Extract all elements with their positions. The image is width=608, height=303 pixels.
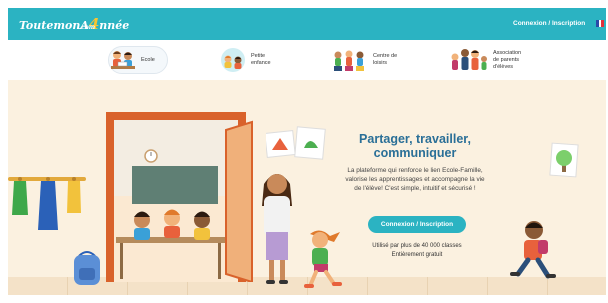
category-association-parents[interactable]: Association de parents d'élèves bbox=[448, 42, 558, 78]
category-label-centre-de-loisirs: Centre de loisirs bbox=[373, 53, 398, 66]
hero-description: La plateforme qui renforce le lien Ecole… bbox=[345, 167, 485, 192]
hero-section: Partager, travailler, communiquer La pla… bbox=[8, 80, 606, 295]
classroom-door-illustration bbox=[106, 112, 254, 282]
backpack-illustration bbox=[70, 248, 104, 286]
flag-fr-icon[interactable] bbox=[596, 20, 605, 27]
hero-title: Partager, travailler, communiquer bbox=[359, 132, 471, 160]
category-navigation: Ecole Petite enfance Centre de loisirs A… bbox=[8, 40, 606, 80]
running-girl-illustration bbox=[300, 228, 352, 292]
usage-stat-text: Utilisé par plus de 40 000 classes bbox=[372, 243, 462, 249]
category-label-ecole: Ecole bbox=[141, 56, 155, 63]
running-boy-illustration bbox=[508, 218, 560, 282]
teacher-illustration bbox=[252, 166, 302, 286]
login-register-link[interactable]: Connexion / Inscription bbox=[513, 19, 585, 29]
logo-text-part2: nnée bbox=[99, 19, 130, 32]
top-navigation-bar: ToutemonA4nnée .com Connexion / Inscript… bbox=[8, 8, 606, 40]
category-ecole[interactable]: Ecole bbox=[108, 42, 172, 78]
leisure-center-illustration bbox=[330, 47, 370, 73]
category-petite-enfance[interactable]: Petite enfance bbox=[218, 42, 298, 78]
logo-text-sub: .com bbox=[79, 24, 96, 31]
wall-drawings-illustration bbox=[266, 124, 326, 164]
school-children-illustration bbox=[108, 47, 138, 73]
hero-login-button[interactable]: Connexion / Inscription bbox=[368, 216, 466, 233]
category-centre-de-loisirs[interactable]: Centre de loisirs bbox=[330, 42, 416, 78]
parents-association-illustration bbox=[448, 47, 490, 73]
coat-rack-illustration bbox=[8, 175, 88, 235]
tree-drawing-illustration bbox=[549, 142, 579, 178]
category-label-petite-enfance: Petite enfance bbox=[251, 53, 271, 66]
site-logo[interactable]: ToutemonA4nnée .com bbox=[19, 14, 129, 34]
toddlers-illustration bbox=[218, 47, 248, 73]
category-label-association-parents: Association de parents d'élèves bbox=[493, 49, 522, 70]
free-notice-text: Entièrement gratuit bbox=[391, 252, 443, 258]
